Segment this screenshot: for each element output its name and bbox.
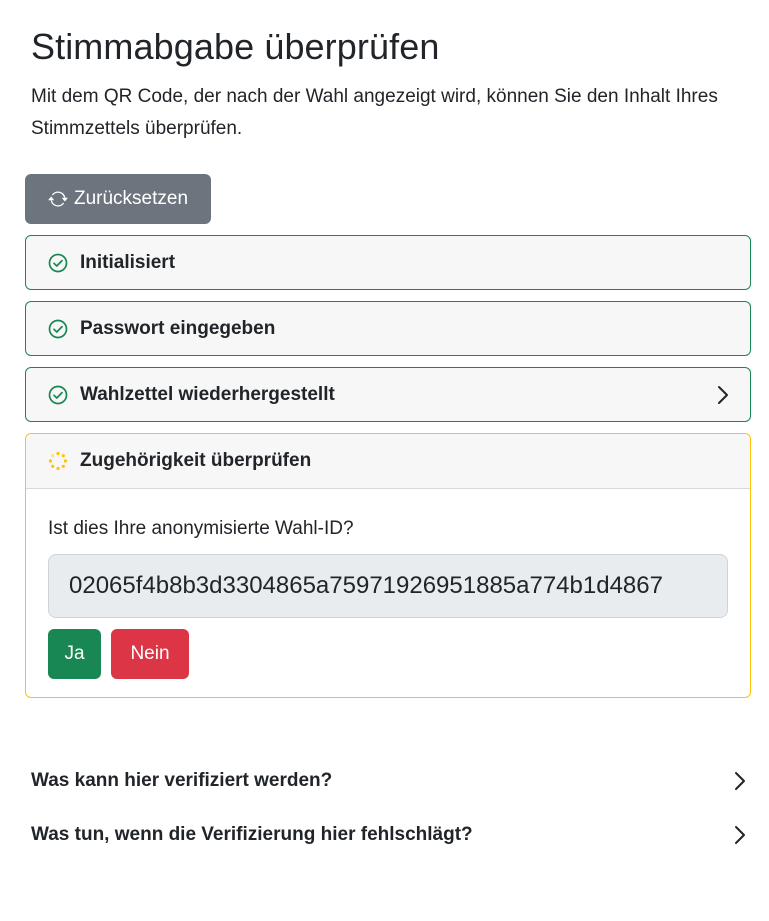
reset-button-label: Zurücksetzen [73,188,189,209]
step-password-entered[interactable]: Passwort eingegeben [25,301,751,356]
page-title: Stimmabgabe überprüfen [31,26,440,67]
step-verify-membership: Zugehörigkeit überprüfen Ist dies Ihre a… [25,433,751,698]
step-label: Zugehörigkeit überprüfen [80,450,312,471]
check-circle-icon [48,319,68,338]
faq-verification-fails[interactable]: Was tun, wenn die Verifizierung hier feh… [31,820,749,850]
chevron-right-icon [735,826,745,844]
election-id-field[interactable] [48,554,728,618]
faq-label: Was kann hier verifiziert werden? [31,770,333,791]
step-label: Wahlzettel wiederhergestellt [80,383,335,405]
faq-label: Was tun, wenn die Verifizierung hier feh… [31,824,473,845]
step-label: Initialisiert [80,251,176,273]
step-initialized[interactable]: Initialisiert [25,235,751,290]
step-header: Zugehörigkeit überprüfen [26,434,750,489]
election-id-question: Ist dies Ihre anonymisierte Wahl-ID? [48,518,354,539]
check-circle-icon [48,385,68,404]
chevron-right-icon[interactable] [716,385,730,405]
page-intro: Mit dem QR Code, der nach der Wahl angez… [31,86,718,139]
chevron-right-icon [735,772,745,790]
step-label: Passwort eingegeben [80,317,276,339]
reset-button[interactable]: Zurücksetzen [25,174,211,224]
faq-what-can-be-verified[interactable]: Was kann hier verifiziert werden? [31,766,749,796]
no-button[interactable]: Nein [111,629,189,679]
check-circle-icon [48,253,68,272]
verification-page: Stimmabgabe überprüfen Mit dem QR Code, … [0,0,769,921]
yes-button[interactable]: Ja [48,629,101,679]
step-ballot-restored[interactable]: Wahlzettel wiederhergestellt [25,367,751,422]
refresh-icon [48,191,68,207]
spinner-icon [48,451,68,471]
